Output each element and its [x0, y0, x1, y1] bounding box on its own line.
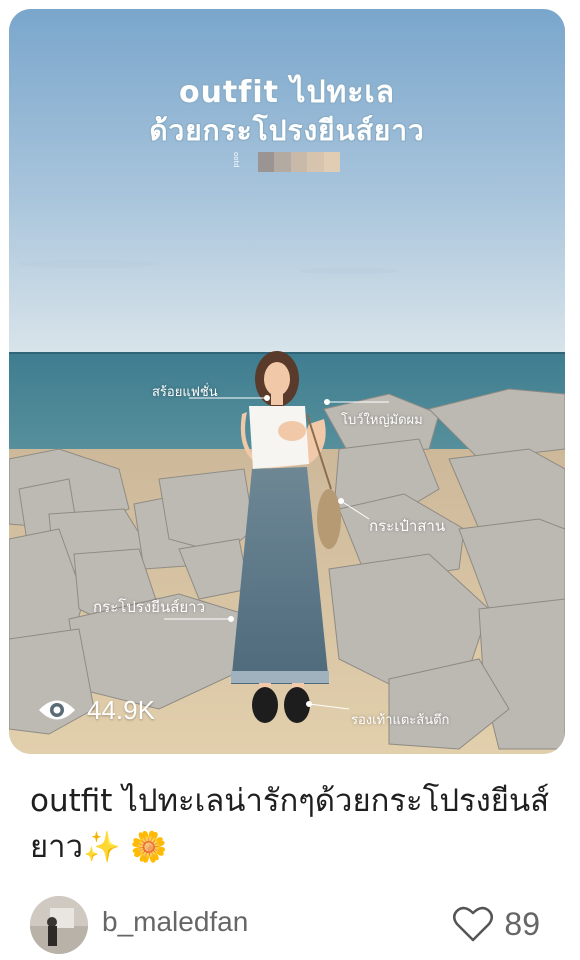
annotation-necklace: สร้อยแฟชั่น: [152, 385, 218, 400]
heart-icon[interactable]: [452, 905, 494, 943]
like-button[interactable]: 89: [452, 904, 540, 944]
like-count: 89: [504, 905, 540, 942]
annotation-shoes: รองเท้าแตะส้นตึก: [351, 713, 450, 728]
sparkles-emoji: ✨: [82, 830, 121, 865]
flower-emoji: 🌼: [130, 830, 168, 865]
avatar[interactable]: [30, 896, 88, 954]
post-footer: b_maledfan 89: [30, 894, 550, 956]
eye-icon: [37, 697, 77, 723]
post-caption[interactable]: outfit ไปทะเลน่ารักๆด้วยกระโปรงยีนส์ยาว✨…: [30, 778, 555, 871]
annotation-skirt: กระโปรงยีนส์ยาว: [93, 598, 205, 616]
annotation-hair-bow: โบว์ใหญ่มัดผม: [341, 413, 423, 428]
annotation-bag: กระเป๋าสาน: [369, 517, 446, 535]
post-card[interactable]: outfit ไปทะเล ด้วยกระโปรงยีนส์ยาว ootd ส…: [0, 0, 580, 960]
views-counter: 44.9K: [37, 693, 155, 727]
overlay-small-text: ootd: [232, 152, 240, 168]
pixelated-block: [258, 152, 341, 172]
views-count: 44.9K: [87, 694, 155, 725]
author-username[interactable]: b_maledfan: [102, 906, 248, 938]
post-photo[interactable]: outfit ไปทะเล ด้วยกระโปรงยีนส์ยาว ootd ส…: [9, 9, 565, 754]
overlay-title-line2: ด้วยกระโปรงยีนส์ยาว: [149, 114, 425, 147]
